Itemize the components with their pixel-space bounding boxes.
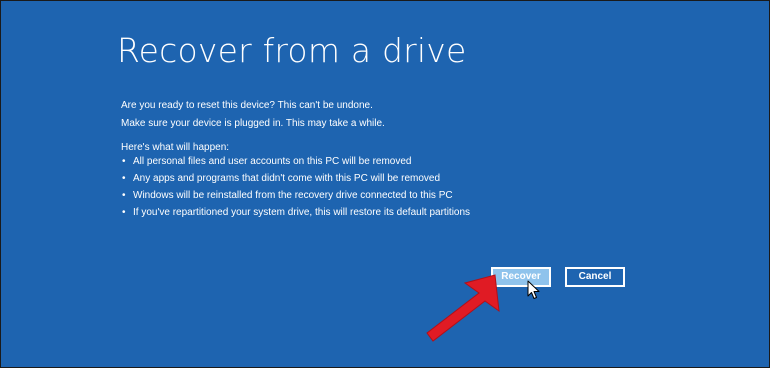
mouse-pointer-icon <box>527 280 540 299</box>
red-arrow-annotation-icon <box>426 274 500 342</box>
list-item: • If you've repartitioned your system dr… <box>121 204 470 221</box>
list-item: • Windows will be reinstalled from the r… <box>121 187 470 204</box>
list-item-text: Windows will be reinstalled from the rec… <box>133 190 453 201</box>
intro-line-power-warning: Make sure your device is plugged in. Thi… <box>121 118 385 129</box>
cancel-button[interactable]: Cancel <box>565 267 625 287</box>
list-item: • All personal files and user accounts o… <box>121 153 470 170</box>
intro-text: Are you ready to reset this device? This… <box>121 97 385 133</box>
consequence-list: • All personal files and user accounts o… <box>121 153 470 221</box>
list-item: • Any apps and programs that didn't come… <box>121 170 470 187</box>
list-item-text: Any apps and programs that didn't come w… <box>133 173 441 184</box>
list-item-text: If you've repartitioned your system driv… <box>133 207 471 218</box>
intro-line-reset-warning: Are you ready to reset this device? This… <box>121 100 373 111</box>
list-item-text: All personal files and user accounts on … <box>133 156 412 167</box>
bullet-icon: • <box>122 156 126 167</box>
page-title: Recover from a drive <box>117 31 467 70</box>
recovery-screen: Recover from a drive Are you ready to re… <box>0 0 770 368</box>
bullet-icon: • <box>122 190 126 201</box>
bullet-icon: • <box>122 173 126 184</box>
bullet-icon: • <box>122 207 126 218</box>
